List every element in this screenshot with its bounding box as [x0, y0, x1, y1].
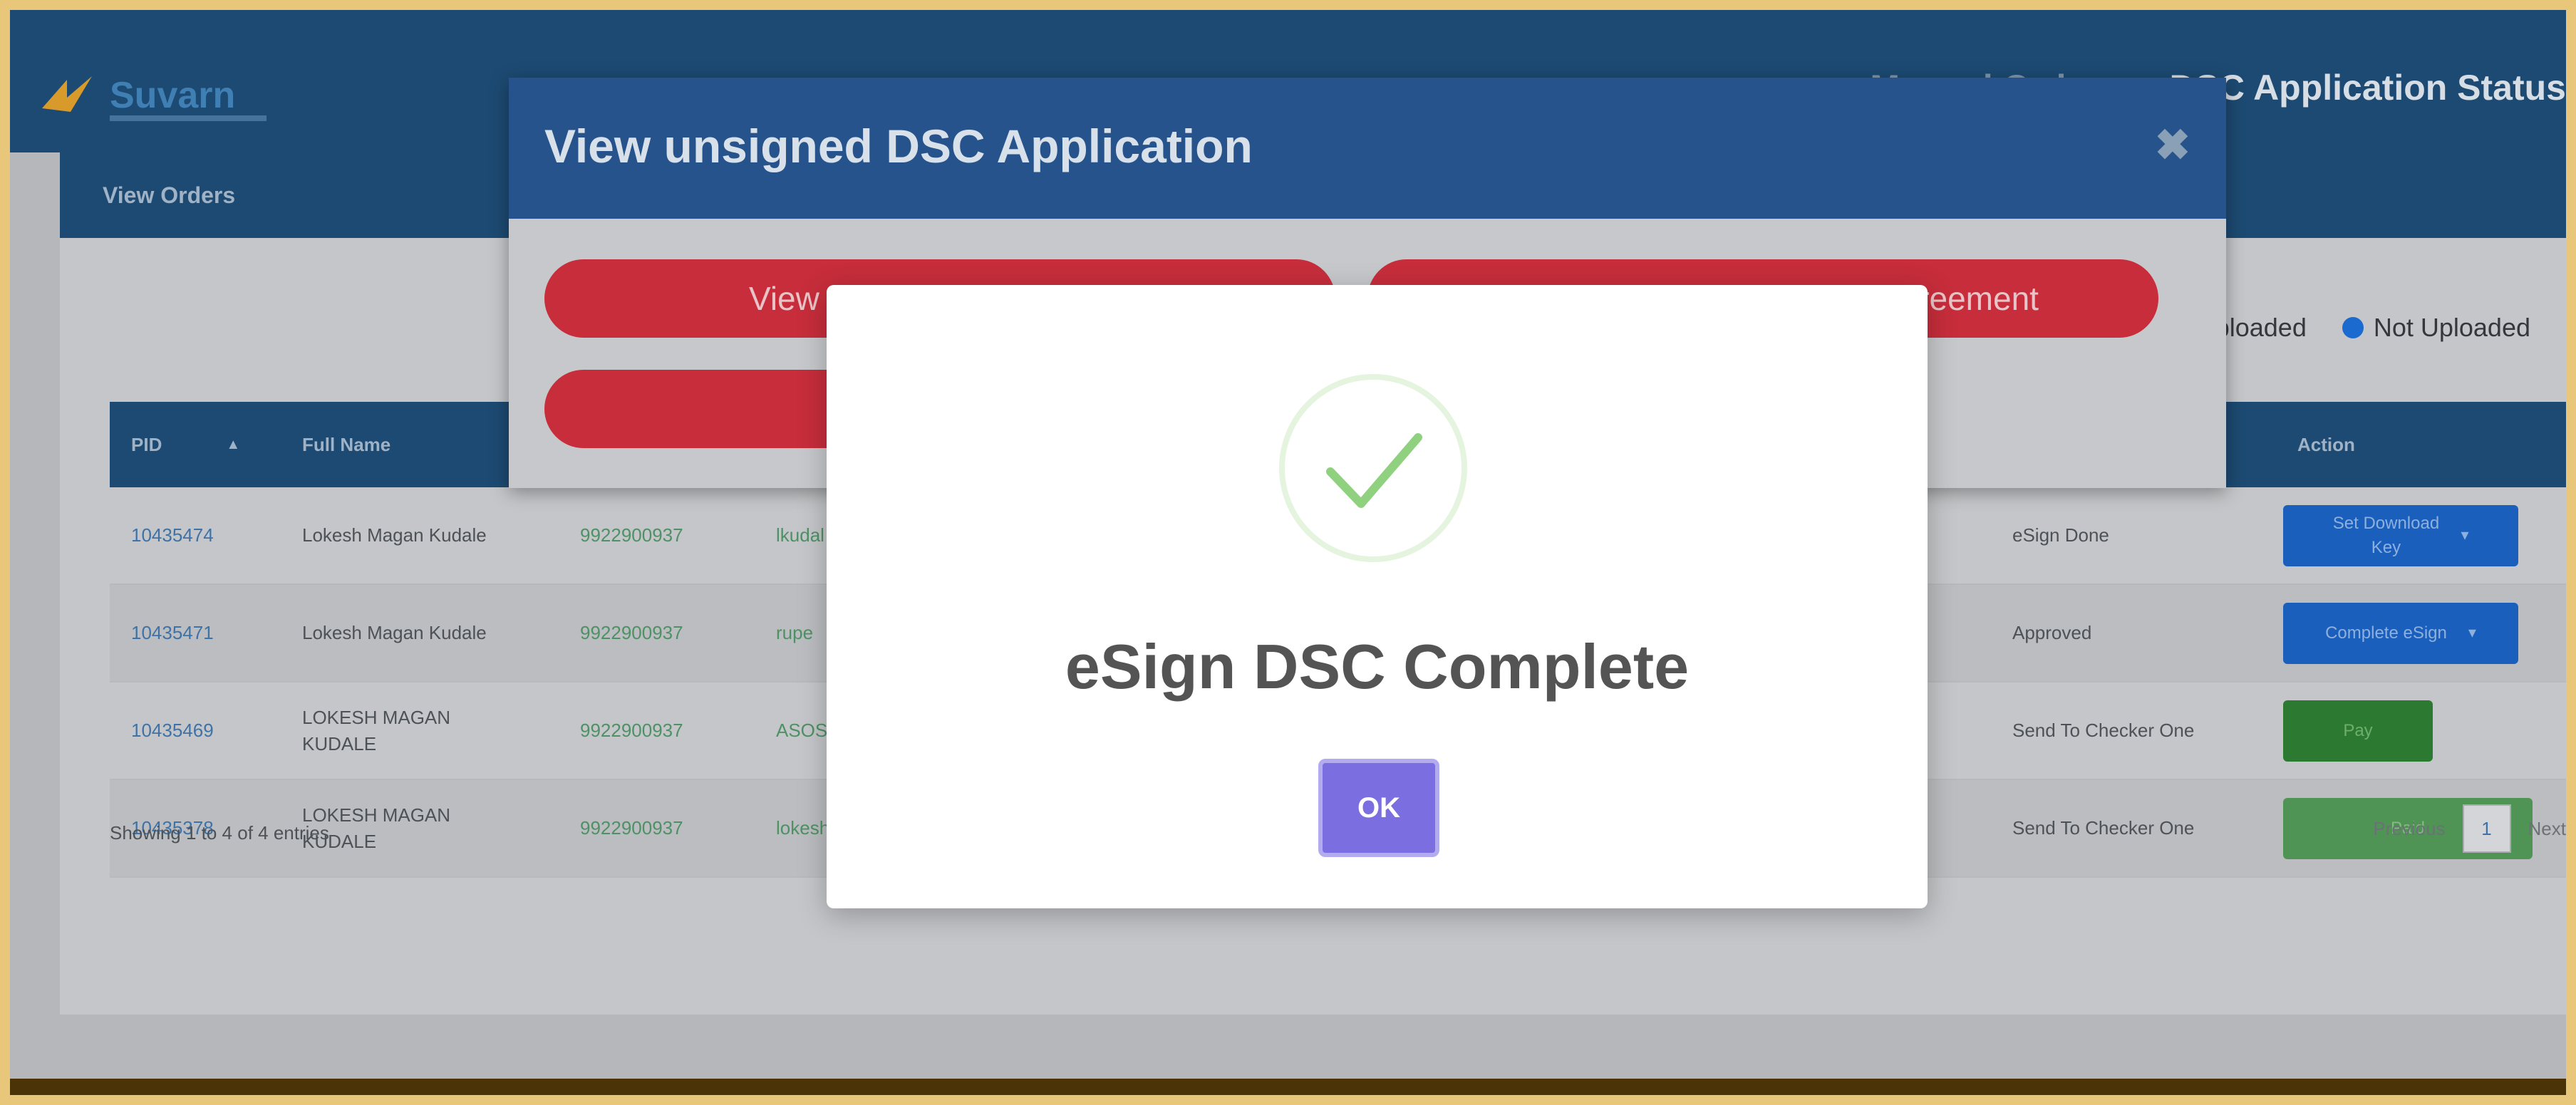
esign-complete-dialog: eSign DSC Complete OK [827, 285, 1928, 908]
mobile-number: 9922900937 [580, 720, 683, 742]
modal-header: View unsigned DSC Application ✖ [509, 78, 2226, 219]
not-uploaded-dot-icon [2342, 317, 2364, 338]
dialog-title: eSign DSC Complete [1065, 631, 1690, 702]
caret-down-icon: ▾ [2468, 623, 2476, 642]
pid-link[interactable]: 10435474 [131, 487, 288, 583]
action-cell: Pay [2283, 683, 2566, 779]
pid-link[interactable]: 10435471 [131, 585, 288, 681]
mobile-number: 9922900937 [580, 524, 683, 546]
caret-down-icon: ▾ [2461, 526, 2469, 544]
full-name: Lokesh Magan Kudale [302, 524, 487, 546]
complete-esign-button[interactable]: Complete eSign ▾ [2283, 602, 2518, 664]
status-text: eSign Done [2012, 524, 2109, 546]
pagination-next[interactable]: Next [2528, 818, 2566, 840]
status-text: Send To Checker One [2012, 817, 2195, 839]
brand-tagline [110, 115, 267, 121]
close-icon[interactable]: ✖ [2155, 120, 2190, 170]
mobile-number: 9922900937 [580, 622, 683, 644]
column-header-action: Action [2297, 433, 2355, 455]
status-text: Approved [2012, 622, 2092, 644]
sort-icon: ▲ [226, 437, 241, 452]
mobile-number: 9922900937 [580, 817, 683, 839]
set-download-key-button[interactable]: Set Download Key ▾ [2283, 504, 2518, 566]
full-name: Lokesh Magan Kudale [302, 622, 487, 644]
brand-logo[interactable]: Suvarn [38, 58, 274, 130]
pagination-page-1[interactable]: 1 [2462, 804, 2511, 853]
logo-icon [42, 76, 92, 112]
pagination-previous[interactable]: Previous [2373, 818, 2445, 840]
table-entries-info: Showing 1 to 4 of 4 entries [110, 822, 329, 844]
action-cell: Set Download Key ▾ [2283, 487, 2566, 583]
brand-name: Suvarn [110, 75, 236, 116]
full-name: LOKESH MAGAN KUDALE [302, 707, 451, 754]
modal-title: View unsigned DSC Application [544, 120, 1253, 172]
success-check-icon [1279, 374, 1467, 562]
pid-link[interactable]: 10435469 [131, 683, 288, 779]
action-cell: Complete eSign ▾ [2283, 585, 2566, 681]
column-header-pid[interactable]: PID ▲ [131, 402, 288, 487]
status-text: Send To Checker One [2012, 720, 2195, 742]
upload-legend: Uploaded Not Uploaded [2197, 313, 2530, 343]
ok-button[interactable]: OK [1318, 759, 1439, 857]
legend-not-uploaded: Not Uploaded [2373, 313, 2530, 342]
pay-button[interactable]: Pay [2283, 700, 2433, 762]
pagination: Previous 1 Next [2373, 804, 2566, 853]
nav-dsc-application-status[interactable]: DSC Application Status [2169, 67, 2566, 108]
footer-band [10, 1079, 2566, 1095]
